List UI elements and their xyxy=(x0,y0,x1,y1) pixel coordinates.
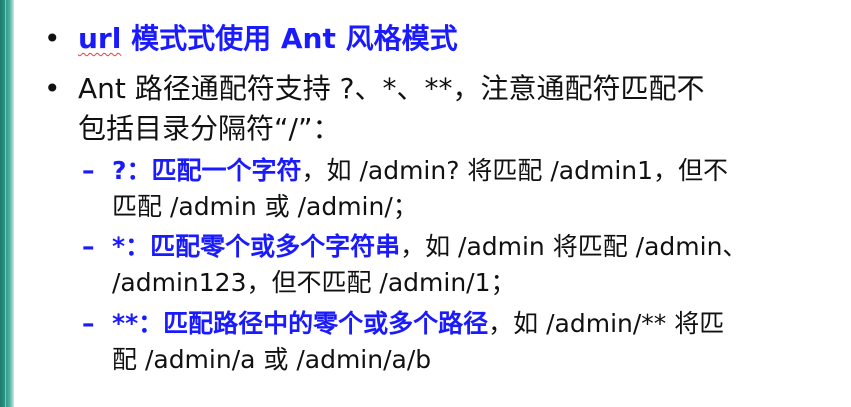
sub-item-question: ?：匹配一个字符，如 /admin? 将匹配 /admin1，但不 xyxy=(112,156,728,186)
sub-item-question-line-2: 匹配 /admin 或 /admin/； xyxy=(112,192,418,221)
sub-item-text: ，如 /admin? 将匹配 /admin1，但不 xyxy=(301,156,729,185)
sub-item-title: ?：匹配一个字符 xyxy=(112,156,302,185)
dash-icon: – xyxy=(82,309,95,338)
ant-wildcard-line-1: Ant 路径通配符支持 ?、*、**，注意通配符匹配不 xyxy=(78,72,705,105)
sub-item-text: ，如 /admin 将匹配 /admin、 xyxy=(400,232,748,261)
heading-text: 模式式使用 Ant 风格模式 xyxy=(121,22,458,55)
url-word: url xyxy=(78,22,122,55)
heading-line: url 模式式使用 Ant 风格模式 xyxy=(78,22,458,56)
ant-wildcard-line-2: 包括目录分隔符“/”： xyxy=(78,112,341,145)
sub-item-text: ，如 /admin/** 将匹 xyxy=(488,309,725,338)
sub-item-star-line-2: /admin123，但不匹配 /admin/1； xyxy=(112,268,516,297)
slide-side-bar xyxy=(0,0,14,407)
sub-item-title: *：匹配零个或多个字符串 xyxy=(112,232,401,261)
bullet-icon: • xyxy=(44,22,61,55)
bullet-icon: • xyxy=(44,72,61,105)
dash-icon: – xyxy=(82,232,95,261)
sub-item-title: **：匹配路径中的零个或多个路径 xyxy=(112,309,489,338)
sub-item-star: *：匹配零个或多个字符串，如 /admin 将匹配 /admin、 xyxy=(112,232,747,262)
sub-item-double-star-line-2: 配 /admin/a 或 /admin/a/b xyxy=(112,345,432,374)
dash-icon: – xyxy=(82,156,95,185)
sub-item-double-star: **：匹配路径中的零个或多个路径，如 /admin/** 将匹 xyxy=(112,309,724,339)
